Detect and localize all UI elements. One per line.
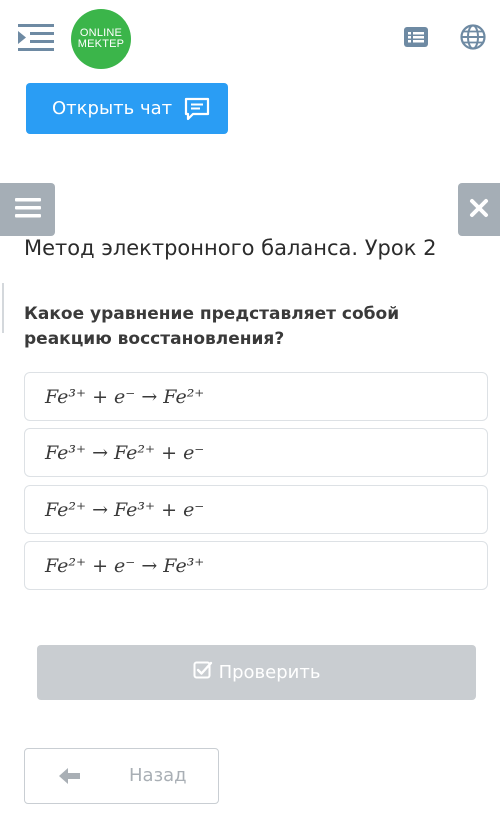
question-text: Какое уравнение представляет собой реакц… [24,304,400,349]
answer-option-2[interactable]: Fe³⁺ → Fe²⁺ + e⁻ [24,428,488,477]
hamburger-icon [14,197,41,223]
close-panel-button[interactable] [458,183,500,236]
close-icon [469,198,489,222]
option-3-text: Fe²⁺ → Fe³⁺ + e⁻ [45,498,205,521]
menu-toggle-icon[interactable] [18,22,54,54]
list-icon[interactable] [403,24,429,50]
arrow-left-icon [59,767,81,789]
question-accent-line [2,283,4,333]
check-button-label: Проверить [218,662,321,683]
answer-option-4[interactable]: Fe²⁺ + e⁻ → Fe³⁺ [24,541,488,590]
answer-option-3[interactable]: Fe²⁺ → Fe³⁺ + e⁻ [24,485,488,534]
option-2-text: Fe³⁺ → Fe²⁺ + e⁻ [45,441,205,464]
back-button[interactable]: Назад [24,748,219,804]
lesson-title: Метод электронного баланса. Урок 2 [24,236,437,260]
answer-option-1[interactable]: Fe³⁺ + e⁻ → Fe²⁺ [24,372,488,421]
open-chat-button[interactable]: Открыть чат [26,83,228,134]
check-square-icon [193,660,219,685]
globe-icon[interactable] [460,24,486,50]
top-bar: ONLINE MEKTEP [0,0,500,78]
option-4-text: Fe²⁺ + e⁻ → Fe³⁺ [45,554,205,577]
check-button[interactable]: Проверить [37,645,476,700]
back-button-label: Назад [129,765,187,786]
chat-icon [184,97,210,121]
open-sidebar-button[interactable] [0,183,55,236]
open-chat-label: Открыть чат [52,98,173,119]
option-1-text: Fe³⁺ + e⁻ → Fe²⁺ [45,385,205,408]
online-mektep-logo[interactable]: ONLINE MEKTEP [71,9,131,69]
logo-line2: MEKTEP [77,38,125,50]
